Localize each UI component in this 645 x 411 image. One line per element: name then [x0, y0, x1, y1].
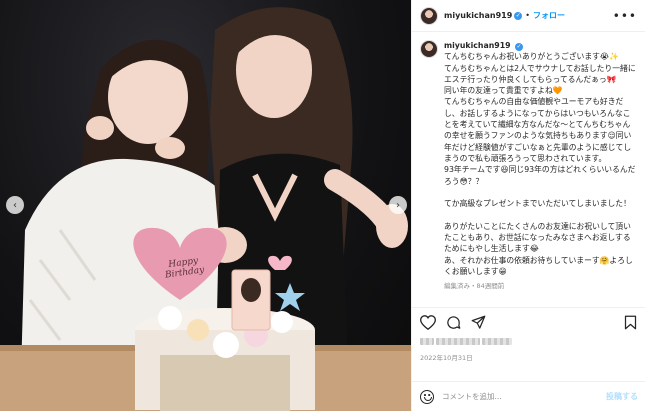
- next-photo-button[interactable]: ›: [389, 196, 407, 214]
- comment-icon[interactable]: [446, 315, 461, 330]
- like-count: [482, 337, 512, 345]
- caption: miyukichan919 ✓ てんちむちゃんお祝いありがとうございます😭✨ て…: [444, 40, 637, 307]
- post-sidebar: miyukichan919 ✓ • フォロー ••• miyukichan919…: [411, 0, 645, 411]
- chevron-left-icon: ‹: [13, 199, 17, 211]
- verified-badge-icon: ✓: [514, 11, 523, 20]
- liker-avatar: [420, 337, 434, 345]
- heart-icon[interactable]: [420, 314, 436, 330]
- header-username[interactable]: miyukichan919: [444, 11, 512, 20]
- bookmark-icon[interactable]: [624, 315, 637, 330]
- avatar[interactable]: [420, 6, 438, 25]
- post-photo: [0, 7, 411, 411]
- emoji-icon[interactable]: [420, 389, 434, 404]
- comment-input[interactable]: [442, 392, 592, 401]
- share-icon[interactable]: [471, 315, 486, 330]
- action-bar: [412, 308, 645, 332]
- likes-row: [412, 332, 645, 350]
- verified-badge-icon: ✓: [515, 43, 524, 51]
- caption-avatar[interactable]: [420, 40, 438, 58]
- caption-username[interactable]: miyukichan919: [444, 41, 511, 50]
- more-options-icon[interactable]: •••: [613, 9, 637, 23]
- separator-dot: •: [525, 11, 530, 20]
- post-header: miyukichan919 ✓ • フォロー •••: [412, 0, 645, 32]
- liker-name: [436, 337, 480, 345]
- caption-section: miyukichan919 ✓ てんちむちゃんお祝いありがとうございます😭✨ て…: [412, 32, 645, 307]
- caption-text: てんちむちゃんお祝いありがとうございます😭✨ てんちむちゃんとは2人でサウナして…: [444, 52, 636, 276]
- post-comment-button[interactable]: 投稿する: [606, 391, 638, 402]
- previous-photo-button[interactable]: ‹: [6, 196, 24, 214]
- follow-button[interactable]: フォロー: [533, 10, 565, 21]
- post-date: 2022年10月31日: [420, 354, 473, 362]
- comment-bar: 投稿する: [412, 381, 645, 411]
- post-media[interactable]: Happy Birthday ‹ ›: [0, 0, 411, 411]
- chevron-right-icon: ›: [396, 199, 400, 211]
- edited-meta: 編集済み・84週間前: [444, 282, 505, 291]
